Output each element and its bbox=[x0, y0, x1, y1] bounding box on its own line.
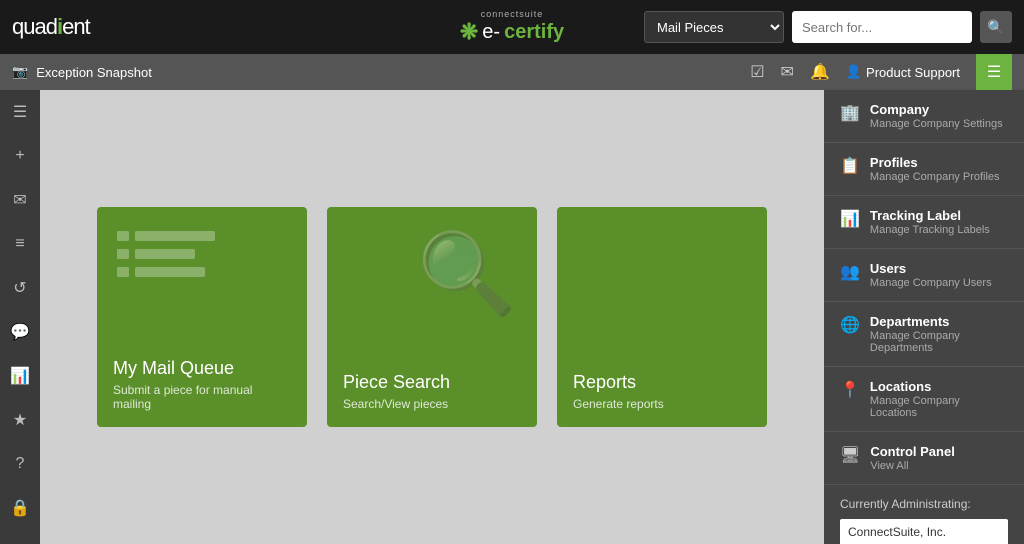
locations-icon: 📍 bbox=[840, 380, 860, 400]
nav-right: Mail Pieces 🔍 bbox=[644, 11, 1012, 43]
sidebar-lock-icon[interactable]: 🔒 bbox=[6, 494, 34, 522]
my-mail-queue-title: My Mail Queue bbox=[113, 358, 291, 379]
bell-icon[interactable]: 🔔 bbox=[810, 62, 830, 82]
currently-admin-label: Currently Administrating: bbox=[840, 497, 1008, 511]
locations-subtitle: Manage Company Locations bbox=[870, 395, 1008, 419]
menu-item-control-panel[interactable]: 🖥 Control Panel View All bbox=[824, 432, 1024, 485]
profiles-subtitle: Manage Company Profiles bbox=[870, 171, 1008, 183]
center-logo-top-text: connectsuite bbox=[481, 9, 544, 19]
users-icon: 👥 bbox=[840, 262, 860, 282]
departments-subtitle: Manage Company Departments bbox=[870, 330, 1008, 354]
sidebar-add-icon[interactable]: + bbox=[6, 142, 34, 170]
exception-snapshot-label: Exception Snapshot bbox=[36, 65, 152, 80]
mail-icon[interactable]: ✉ bbox=[781, 62, 794, 82]
users-subtitle: Manage Company Users bbox=[870, 277, 1008, 289]
snowflake-icon: ❋ bbox=[460, 19, 478, 45]
main-wrapper: ☰ + ✉ ≡ ↺ 💬 📊 ★ ? 🔒 bbox=[0, 90, 1024, 544]
nav-actions: ☑ ✉ 🔔 👤 Product Support ☰ bbox=[750, 54, 1012, 90]
main-content: My Mail Queue Submit a piece for manual … bbox=[40, 90, 824, 544]
hamburger-menu-button[interactable]: ☰ bbox=[976, 54, 1012, 90]
piece-search-card[interactable]: 🔍 Piece Search Search/View pieces bbox=[327, 207, 537, 427]
product-support-label: Product Support bbox=[866, 65, 960, 80]
my-mail-queue-card[interactable]: My Mail Queue Submit a piece for manual … bbox=[97, 207, 307, 427]
camera-icon: 📷 bbox=[12, 64, 28, 80]
piece-search-title: Piece Search bbox=[343, 372, 521, 393]
control-panel-subtitle: View All bbox=[870, 460, 1008, 472]
sidebar-help-icon[interactable]: ? bbox=[6, 450, 34, 478]
sidebar-chart-icon[interactable]: 📊 bbox=[6, 362, 34, 390]
tracking-icon: 📊 bbox=[840, 209, 860, 229]
admin-company-input[interactable] bbox=[840, 519, 1008, 544]
exception-snapshot: 📷 Exception Snapshot bbox=[12, 64, 152, 80]
center-logo: connectsuite ❋ e-certify bbox=[460, 9, 564, 45]
card-lines-decoration bbox=[117, 231, 215, 277]
search-input[interactable] bbox=[792, 11, 972, 43]
sidebar-menu-icon[interactable]: ☰ bbox=[6, 98, 34, 126]
search-button[interactable]: 🔍 bbox=[980, 11, 1012, 43]
reports-subtitle: Generate reports bbox=[573, 397, 751, 411]
center-logo-bottom-text: ❋ e-certify bbox=[460, 19, 564, 45]
control-panel-icon: 🖥 bbox=[840, 445, 860, 465]
reports-card[interactable]: Reports Generate reports bbox=[557, 207, 767, 427]
secondary-navigation: 📷 Exception Snapshot ☑ ✉ 🔔 👤 Product Sup… bbox=[0, 54, 1024, 90]
company-subtitle: Manage Company Settings bbox=[870, 118, 1008, 130]
profiles-icon: 📋 bbox=[840, 156, 860, 176]
search-bg-icon: 🔍 bbox=[417, 227, 517, 321]
checkbox-icon[interactable]: ☑ bbox=[750, 62, 764, 82]
person-icon: 👤 bbox=[846, 64, 862, 80]
reports-title: Reports bbox=[573, 372, 751, 393]
right-panel: 🏢 Company Manage Company Settings 📋 Prof… bbox=[824, 90, 1024, 544]
company-title: Company bbox=[870, 102, 1008, 117]
tracking-label-title: Tracking Label bbox=[870, 208, 1008, 223]
logo-text: quadient bbox=[12, 14, 90, 40]
company-icon: 🏢 bbox=[840, 103, 860, 123]
sidebar-mail-icon[interactable]: ✉ bbox=[6, 186, 34, 214]
sidebar-chat-icon[interactable]: 💬 bbox=[6, 318, 34, 346]
menu-item-users[interactable]: 👥 Users Manage Company Users bbox=[824, 249, 1024, 302]
locations-title: Locations bbox=[870, 379, 1008, 394]
profiles-title: Profiles bbox=[870, 155, 1008, 170]
my-mail-queue-subtitle: Submit a piece for manual mailing bbox=[113, 383, 291, 411]
logo: quadient bbox=[12, 14, 90, 40]
users-title: Users bbox=[870, 261, 1008, 276]
tracking-label-subtitle: Manage Tracking Labels bbox=[870, 224, 1008, 236]
departments-icon: 🌐 bbox=[840, 315, 860, 335]
menu-item-locations[interactable]: 📍 Locations Manage Company Locations bbox=[824, 367, 1024, 432]
menu-item-company[interactable]: 🏢 Company Manage Company Settings bbox=[824, 90, 1024, 143]
sidebar-list-icon[interactable]: ≡ bbox=[6, 230, 34, 258]
menu-item-tracking-label[interactable]: 📊 Tracking Label Manage Tracking Labels bbox=[824, 196, 1024, 249]
menu-item-profiles[interactable]: 📋 Profiles Manage Company Profiles bbox=[824, 143, 1024, 196]
left-sidebar: ☰ + ✉ ≡ ↺ 💬 📊 ★ ? 🔒 bbox=[0, 90, 40, 544]
piece-search-subtitle: Search/View pieces bbox=[343, 397, 521, 411]
departments-title: Departments bbox=[870, 314, 1008, 329]
currently-administrating-section: Currently Administrating: Select from th… bbox=[824, 485, 1024, 544]
control-panel-title: Control Panel bbox=[870, 444, 1008, 459]
sidebar-history-icon[interactable]: ↺ bbox=[6, 274, 34, 302]
top-navigation: quadient connectsuite ❋ e-certify Mail P… bbox=[0, 0, 1024, 54]
product-support-link[interactable]: 👤 Product Support bbox=[846, 64, 960, 80]
menu-item-departments[interactable]: 🌐 Departments Manage Company Departments bbox=[824, 302, 1024, 367]
sidebar-star-icon[interactable]: ★ bbox=[6, 406, 34, 434]
mail-pieces-dropdown[interactable]: Mail Pieces bbox=[644, 11, 784, 43]
